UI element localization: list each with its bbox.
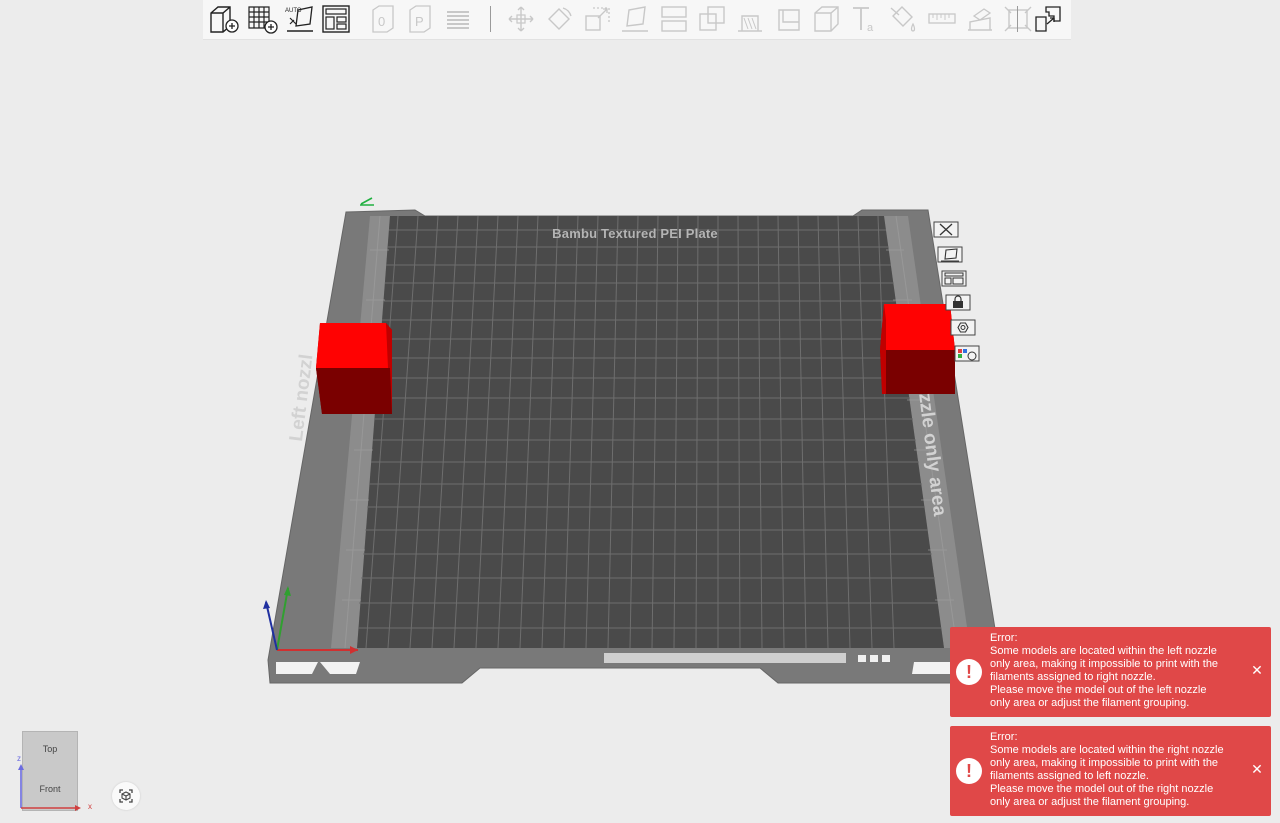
orient-plate-icon[interactable]	[937, 245, 963, 265]
plate-bottom-bar	[604, 653, 846, 663]
lock-plate-icon[interactable]	[945, 293, 971, 313]
error-title: Error:	[990, 731, 1018, 743]
error-message-line: only area, making it impossible to print…	[990, 658, 1219, 670]
close-icon[interactable]: ✕	[1249, 662, 1265, 678]
error-title: Error:	[990, 632, 1018, 644]
error-notification-right: ! Error: Some models are located within …	[950, 726, 1271, 816]
plate-edit-icon	[360, 197, 374, 206]
error-message-line: only area or adjust the filament groupin…	[990, 796, 1190, 808]
error-message-line: Some models are located within the left …	[990, 645, 1217, 657]
plate-settings-icon[interactable]	[950, 318, 976, 338]
model-cube-left	[316, 323, 392, 414]
view-reset-icon	[119, 789, 133, 803]
error-message-line: filaments assigned to left nozzle.	[990, 770, 1149, 782]
reset-view-button[interactable]	[112, 782, 140, 810]
x-axis-label: x	[88, 802, 92, 811]
view-cube-axes	[18, 764, 81, 811]
error-message-line: filaments assigned to right nozzle.	[990, 671, 1156, 683]
error-icon: !	[956, 659, 982, 685]
filament-group-icon[interactable]	[954, 344, 980, 364]
error-message-line: Some models are located within the right…	[990, 744, 1224, 756]
view-cube-top-label[interactable]: Top	[23, 744, 77, 754]
error-icon: !	[956, 758, 982, 784]
plate-handle	[912, 662, 950, 674]
model-cube-right	[880, 304, 955, 394]
z-axis-label: z	[17, 754, 21, 763]
error-message: Some models are located within the left …	[990, 645, 1240, 710]
error-notification-left: ! Error: Some models are located within …	[950, 627, 1271, 717]
plate-bottom-icons	[858, 655, 890, 662]
error-message-line: only area, making it impossible to print…	[990, 757, 1219, 769]
error-message-line: only area or adjust the filament groupin…	[990, 697, 1190, 709]
arrange-plate-icon[interactable]	[941, 269, 967, 289]
plate-name-label: Bambu Textured PEI Plate	[552, 226, 718, 241]
delete-plate-icon[interactable]	[933, 220, 959, 240]
close-icon[interactable]: ✕	[1249, 761, 1265, 777]
error-message-line: Please move the model out of the right n…	[990, 783, 1214, 795]
error-message-line: Please move the model out of the left no…	[990, 684, 1207, 696]
error-message: Some models are located within the right…	[990, 744, 1240, 809]
